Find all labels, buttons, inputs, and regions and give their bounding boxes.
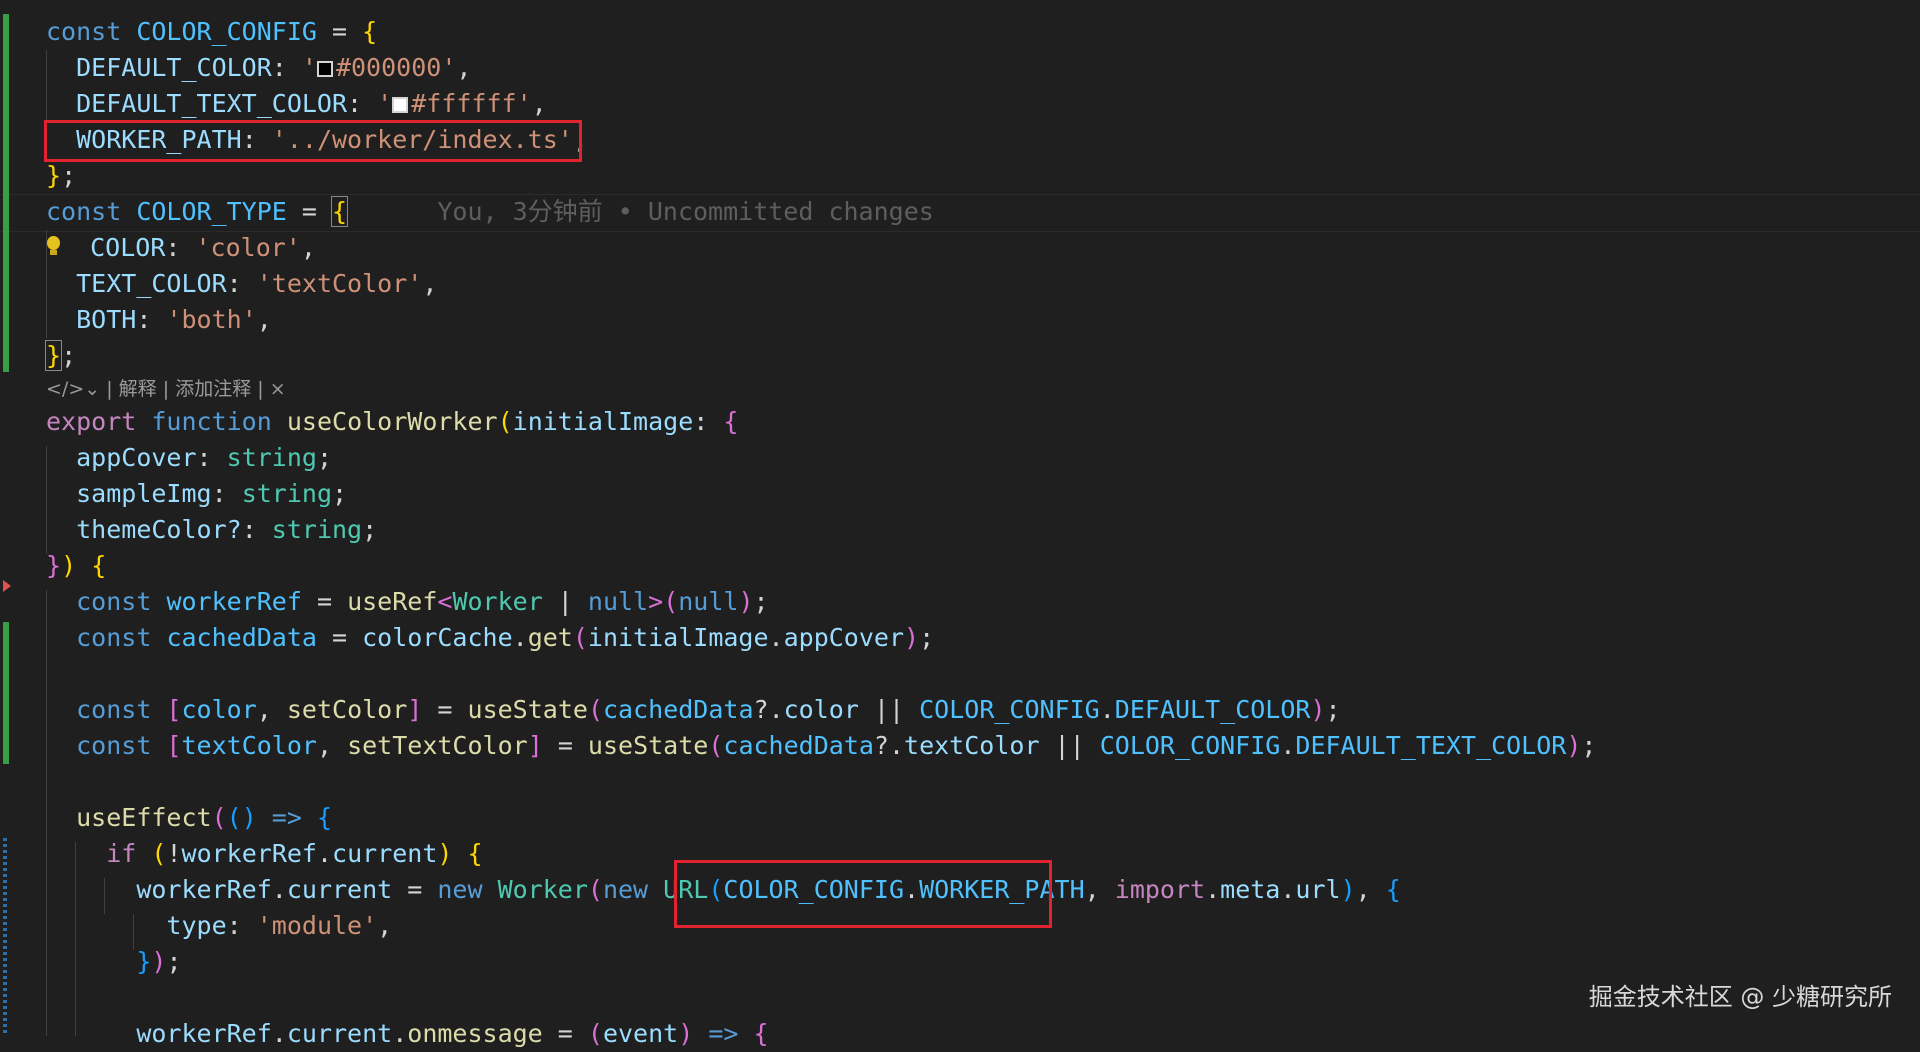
codelens-bar: </>⌄ | 解释 | 添加注释 | × [46,378,286,400]
watermark: 掘金技术社区 @ 少糖研究所 [1588,983,1892,1011]
color-swatch-white[interactable] [392,97,409,113]
code-line-15[interactable]: }) { [46,548,106,584]
color-swatch-black[interactable] [316,61,333,77]
close-icon[interactable]: × [270,378,286,400]
code-icon[interactable]: </>⌄ [46,378,100,400]
git-blame-annotation: You, 3分钟前 • Uncommitted changes [437,197,934,226]
breakpoint-arrow-icon[interactable] [3,580,11,592]
code-line-1[interactable]: const COLOR_CONFIG = { [46,14,377,50]
code-line-16[interactable]: const workerRef = useRef<Worker | null>(… [46,584,768,620]
git-modified-gutter [3,838,7,1036]
code-line-5[interactable]: }; [46,158,76,194]
code-line-10[interactable]: }; [44,338,76,374]
lightbulb-icon[interactable] [46,236,60,258]
matched-bracket: { [330,196,349,227]
codelens-explain[interactable]: 解释 [119,378,157,400]
code-line-13[interactable]: sampleImg: string; [46,476,347,512]
code-line-7[interactable]: COLOR: 'color', [46,230,316,266]
highlight-box-worker-path-usage [674,860,1052,928]
code-line-23[interactable]: if (!workerRef.current) { [46,836,482,872]
code-line-12[interactable]: appCover: string; [46,440,332,476]
code-line-25[interactable]: type: 'module', [46,908,392,944]
git-added-gutter [3,622,9,764]
code-line-8[interactable]: TEXT_COLOR: 'textColor', [46,266,437,302]
code-line-11[interactable]: export function useColorWorker(initialIm… [46,404,738,440]
matched-bracket: } [44,340,63,371]
highlight-box-worker-path [44,120,582,162]
codelens-add-comment[interactable]: 添加注释 [175,378,251,400]
code-line-14[interactable]: themeColor?: string; [46,512,377,548]
code-line-19[interactable]: const [color, setColor] = useState(cache… [46,692,1340,728]
git-added-gutter [3,14,9,372]
code-line-9[interactable]: BOTH: 'both', [46,302,272,338]
code-editor[interactable]: const COLOR_CONFIG = { DEFAULT_COLOR: ' #… [0,0,1920,1048]
code-line-17[interactable]: const cachedData = colorCache.get(initia… [46,620,934,656]
code-line-28[interactable]: workerRef.current.onmessage = (event) =>… [46,1016,768,1052]
code-line-22[interactable]: useEffect(() => { [46,800,332,836]
code-line-2[interactable]: DEFAULT_COLOR: ' #000000', [46,50,471,86]
code-line-3[interactable]: DEFAULT_TEXT_COLOR: ' #ffffff', [46,86,547,122]
code-line-20[interactable]: const [textColor, setTextColor] = useSta… [46,728,1596,764]
code-line-6[interactable]: const COLOR_TYPE = { You, 3分钟前 • Uncommi… [46,194,934,230]
code-line-26[interactable]: }); [46,944,181,980]
